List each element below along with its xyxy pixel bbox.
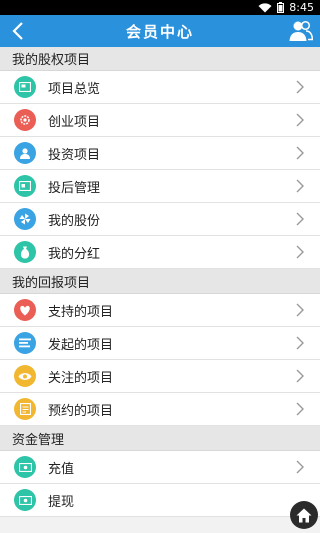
menu-item-label: 预约的项目 [48, 403, 114, 419]
note-icon [14, 398, 36, 420]
menu-item-label: 关注的项目 [48, 370, 114, 386]
menu-item-my-dividends[interactable]: 我的分红 [0, 236, 320, 269]
chevron-right-icon [296, 179, 304, 193]
menu-item-label: 项目总览 [48, 81, 101, 97]
chevron-right-icon [296, 303, 304, 317]
menu-item-label: 投后管理 [48, 180, 101, 196]
chevron-right-icon [296, 146, 304, 160]
chevron-right-icon [296, 245, 304, 259]
user-button[interactable] [288, 18, 314, 44]
withdraw-icon [14, 489, 36, 511]
eye-icon [14, 365, 36, 387]
list-icon [14, 332, 36, 354]
gear-icon [14, 109, 36, 131]
menu-item-label: 投资项目 [48, 147, 101, 163]
section-header: 我的股权项目 [0, 47, 320, 71]
users-icon [289, 20, 313, 41]
top-bar: 会员中心 [0, 15, 320, 47]
person-icon [14, 142, 36, 164]
menu-item-recharge[interactable]: 充值 [0, 451, 320, 484]
battery-icon [277, 2, 285, 13]
status-time: 8:45 [289, 1, 314, 14]
status-bar: 8:45 [0, 0, 320, 15]
menu-item-label: 提现 [48, 494, 75, 510]
menu-item-startup-projects[interactable]: 创业项目 [0, 104, 320, 137]
chevron-right-icon [296, 336, 304, 350]
chevron-right-icon [296, 402, 304, 416]
back-button[interactable] [6, 19, 30, 43]
home-button[interactable] [290, 501, 318, 529]
menu-item-supported-projects[interactable]: 支持的项目 [0, 294, 320, 327]
wifi-icon [258, 2, 272, 13]
heart-icon [14, 299, 36, 321]
menu-item-reserved-projects[interactable]: 预约的项目 [0, 393, 320, 426]
menu-item-initiated-projects[interactable]: 发起的项目 [0, 327, 320, 360]
chevron-left-icon [12, 22, 23, 40]
menu-item-my-shares[interactable]: 我的股份 [0, 203, 320, 236]
menu-item-label: 创业项目 [48, 114, 101, 130]
chevron-right-icon [296, 113, 304, 127]
menu-item-withdraw[interactable]: 提现 [0, 484, 320, 517]
money-bag-icon [14, 241, 36, 263]
section-header: 资金管理 [0, 426, 320, 451]
menu-item-followed-projects[interactable]: 关注的项目 [0, 360, 320, 393]
management-icon [14, 175, 36, 197]
menu-item-label: 支持的项目 [48, 304, 114, 320]
menu-item-project-overview[interactable]: 项目总览 [0, 71, 320, 104]
menu-item-label: 发起的项目 [48, 337, 114, 353]
chevron-right-icon [296, 369, 304, 383]
pinwheel-icon [14, 208, 36, 230]
menu-item-label: 我的分红 [48, 246, 101, 262]
menu-item-post-investment[interactable]: 投后管理 [0, 170, 320, 203]
menu-item-label: 充值 [48, 461, 75, 477]
home-icon [296, 508, 312, 522]
page-title: 会员中心 [125, 22, 194, 41]
chevron-right-icon [296, 80, 304, 94]
recharge-icon [14, 456, 36, 478]
section-header: 我的回报项目 [0, 269, 320, 294]
menu-item-label: 我的股份 [48, 213, 101, 229]
project-overview-icon [14, 76, 36, 98]
member-center-list: 我的股权项目 项目总览 创业项目 投资项目 投后管理 我的股份 我的分红 我的回… [0, 47, 320, 533]
menu-item-investment-projects[interactable]: 投资项目 [0, 137, 320, 170]
chevron-right-icon [296, 212, 304, 226]
chevron-right-icon [296, 460, 304, 474]
